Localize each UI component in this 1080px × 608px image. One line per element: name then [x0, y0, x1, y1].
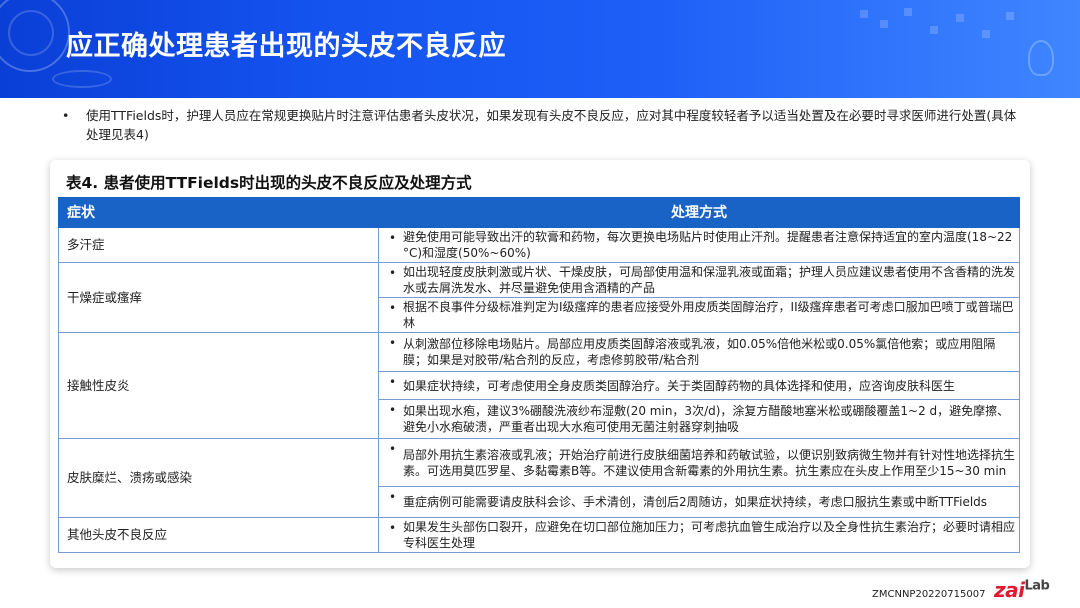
table-row: 皮肤糜烂、溃疡或感染 • 局部外用抗生素溶液或乳液；开始治疗前进行皮肤细菌培养和…: [58, 438, 1020, 518]
logo-main-text: zai: [994, 578, 1025, 602]
title-banner: 应正确处理患者出现的头皮不良反应: [0, 0, 1080, 98]
row-action: • 如果发生头部伤口裂开，应避免在切口部位施加压力；可考虑抗血管生成治疗以及全身…: [378, 517, 1020, 553]
row-action: • 如出现轻度皮肤刺激或片状、干燥皮肤，可局部使用温和保湿乳液或面霜；护理人员应…: [378, 262, 1020, 298]
action-text: 避免使用可能导致出汗的软膏和药物，每次更换电场贴片时使用止汗剂。提醒患者注意保持…: [403, 230, 1013, 260]
slide-title: 应正确处理患者出现的头皮不良反应: [66, 31, 506, 62]
bullet-dot: •: [389, 403, 397, 417]
bullet-dot: •: [389, 231, 397, 245]
decorative-squares: [860, 6, 1020, 46]
bullet-dot: •: [389, 375, 397, 389]
action-text: 如果发生头部伤口裂开，应避免在切口部位施加压力；可考虑抗血管生成治疗以及全身性抗…: [403, 520, 1016, 550]
row-symptom: 皮肤糜烂、溃疡或感染: [58, 438, 379, 518]
row-action: • 重症病例可能需要请皮肤科会诊、手术清创，清创后2周随访，如果症状持续，考虑口…: [378, 486, 1020, 518]
bullet-dot: •: [389, 490, 397, 504]
row-action: • 如果出现水疱，建议3%硼酸洗液纱布湿敷(20 min，3次/d)，涂复方醋酸…: [378, 399, 1020, 439]
row-symptom: 多汗症: [58, 227, 379, 263]
bullet-dot: •: [389, 336, 397, 350]
brain-inner-icon: [8, 10, 54, 56]
intro-text: 使用TTFields时，护理人员应在常规更换贴片时注意评估患者头皮状况，如果发现…: [86, 108, 1017, 142]
row-symptom: 接触性皮炎: [58, 332, 379, 439]
row-symptom: 干燥症或瘙痒: [58, 262, 379, 333]
intro-bullet: •: [62, 108, 70, 123]
row-action: • 如果症状持续，可考虑使用全身皮质类固醇治疗。关于类固醇药物的具体选择和使用，…: [378, 371, 1020, 400]
table-title: 表4. 患者使用TTFields时出现的头皮不良反应及处理方式: [66, 174, 472, 192]
action-text: 重症病例可能需要请皮肤科会诊、手术清创，清创后2周随访，如果症状持续，考虑口服抗…: [403, 495, 988, 509]
row-symptom: 其他头皮不良反应: [58, 517, 379, 553]
header-action: 处理方式: [378, 197, 1020, 228]
document-code: ZMCNNP20220715007: [872, 589, 986, 600]
row-action: • 根据不良事件分级标准判定为I级瘙痒的患者应接受外用皮质类固醇治疗，II级瘙痒…: [378, 297, 1020, 333]
bullet-dot: •: [389, 442, 397, 456]
action-text: 局部外用抗生素溶液或乳液；开始治疗前进行皮肤细菌培养和药敏试验，以便识别致病微生…: [403, 447, 1016, 478]
table-row: 接触性皮炎 • 从刺激部位移除电场贴片。局部应用皮质类固醇溶液或乳液，如0.05…: [58, 332, 1020, 439]
action-text: 如果症状持续，可考虑使用全身皮质类固醇治疗。关于类固醇药物的具体选择和使用，应咨…: [403, 378, 956, 393]
bullet-dot: •: [389, 301, 397, 315]
row-action: • 局部外用抗生素溶液或乳液；开始治疗前进行皮肤细菌培养和药敏试验，以便识别致病…: [378, 438, 1020, 487]
row-action: • 从刺激部位移除电场贴片。局部应用皮质类固醇溶液或乳液，如0.05%倍他米松或…: [378, 332, 1020, 372]
bullet-dot: •: [389, 521, 397, 535]
ear-outline-icon: [1028, 40, 1054, 76]
table-row: 其他头皮不良反应 • 如果发生头部伤口裂开，应避免在切口部位施加压力；可考虑抗血…: [58, 517, 1020, 553]
action-text: 从刺激部位移除电场贴片。局部应用皮质类固醇溶液或乳液，如0.05%倍他米松或0.…: [403, 337, 996, 367]
intro-paragraph: • 使用TTFields时，护理人员应在常规更换贴片时注意评估患者头皮状况，如果…: [62, 106, 1022, 144]
action-text: 如果出现水疱，建议3%硼酸洗液纱布湿敷(20 min，3次/d)，涂复方醋酸地塞…: [403, 404, 1010, 434]
lips-outline-icon: [52, 70, 112, 88]
bullet-dot: •: [389, 266, 397, 280]
zai-lab-logo: zaiLab: [994, 578, 1050, 602]
row-action: • 避免使用可能导致出汗的软膏和药物，每次更换电场贴片时使用止汗剂。提醒患者注意…: [378, 227, 1020, 263]
action-text: 根据不良事件分级标准判定为I级瘙痒的患者应接受外用皮质类固醇治疗，II级瘙痒患者…: [403, 300, 1014, 330]
reaction-table: 症状 处理方式 多汗症 • 避免使用可能导致出汗的软膏和药物，每次更换电场贴片时…: [58, 197, 1020, 553]
header-symptom: 症状: [58, 197, 379, 228]
logo-sub-text: Lab: [1024, 578, 1050, 594]
table-row: 干燥症或瘙痒 • 如出现轻度皮肤刺激或片状、干燥皮肤，可局部使用温和保湿乳液或面…: [58, 262, 1020, 333]
action-text: 如出现轻度皮肤刺激或片状、干燥皮肤，可局部使用温和保湿乳液或面霜；护理人员应建议…: [403, 265, 1016, 295]
table-row: 多汗症 • 避免使用可能导致出汗的软膏和药物，每次更换电场贴片时使用止汗剂。提醒…: [58, 227, 1020, 263]
